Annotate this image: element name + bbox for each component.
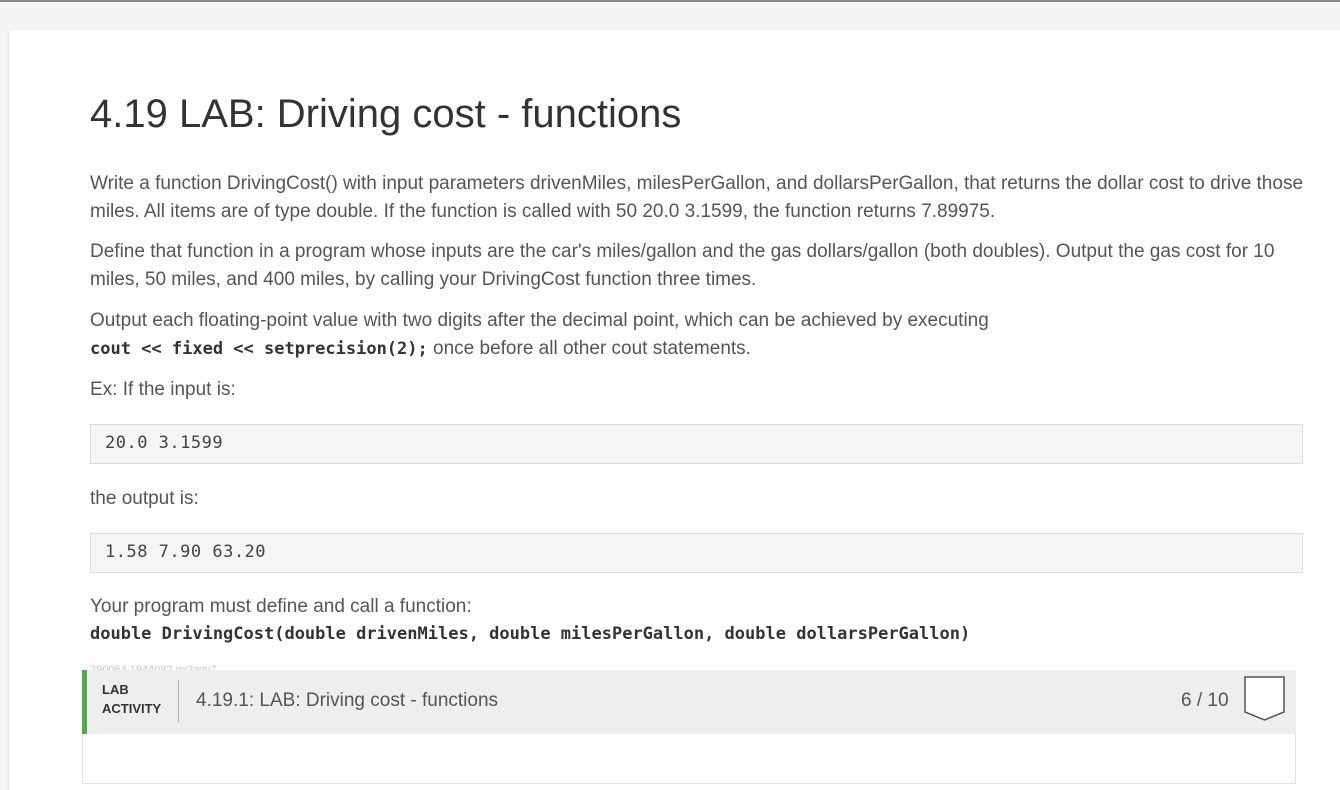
completion-badge-icon <box>1244 676 1286 727</box>
lab-activity-title: 4.19.1: LAB: Driving cost - functions <box>196 690 499 711</box>
function-signature: double DrivingCost(double drivenMiles, d… <box>90 624 971 644</box>
setprecision-code: cout << fixed << setprecision(2); <box>90 339 428 359</box>
description-paragraph-2: Define that function in a program whose … <box>90 241 1275 290</box>
example-input-label: Ex: If the input is: <box>90 379 236 400</box>
lab-score: 6 / 10 <box>1181 690 1229 711</box>
must-define-label: Your program must define and call a func… <box>90 596 472 617</box>
page-title: 4.19 LAB: Driving cost - functions <box>90 92 682 136</box>
top-border <box>0 0 1340 2</box>
lab-tag-line-2: ACTIVITY <box>102 701 162 716</box>
example-output-box: 1.58 7.90 63.20 <box>90 533 1303 573</box>
lab-activity-tag: LAB ACTIVITY <box>102 680 161 718</box>
example-input-value: 20.0 3.1599 <box>105 433 224 453</box>
lab-divider <box>178 680 179 722</box>
example-output-label: the output is: <box>90 488 199 509</box>
description-paragraph-1: Write a function DrivingCost() with inpu… <box>90 173 1304 222</box>
paragraph-3-tail: once before all other cout statements. <box>427 338 751 359</box>
lab-activity-header[interactable]: LAB ACTIVITY 4.19.1: LAB: Driving cost -… <box>82 670 1296 734</box>
description-paragraph-3: Output each floating-point value with tw… <box>90 307 1303 363</box>
paragraph-3-text: Output each floating-point value with tw… <box>90 310 989 331</box>
example-input-box: 20.0 3.1599 <box>90 424 1303 464</box>
lab-activity-body <box>82 734 1296 784</box>
lab-tag-line-1: LAB <box>102 682 129 697</box>
example-output-value: 1.58 7.90 63.20 <box>105 542 267 562</box>
